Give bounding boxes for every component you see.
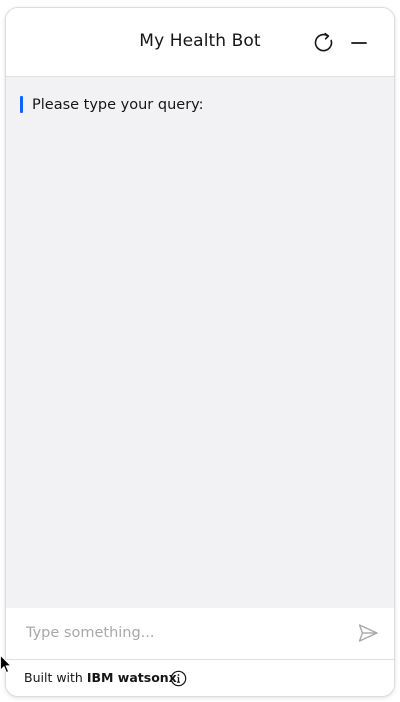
info-button[interactable]	[169, 669, 187, 687]
footer: Built with IBM watsonx	[6, 660, 394, 696]
restart-button[interactable]	[309, 28, 339, 58]
composer	[6, 608, 394, 660]
footer-text: Built with IBM watsonx	[24, 670, 177, 685]
chat-widget: My Health Bot Please type your query: Ty…	[5, 7, 395, 697]
bot-message-text: Please type your query:	[32, 96, 204, 113]
message-accent-bar	[20, 96, 23, 113]
bot-message: Please type your query:	[20, 96, 204, 113]
send-icon	[358, 624, 378, 642]
message-input[interactable]	[26, 620, 336, 646]
restart-icon	[314, 32, 333, 52]
info-icon	[170, 670, 186, 686]
send-button[interactable]	[356, 621, 380, 645]
minimize-icon	[351, 42, 367, 44]
chat-header: My Health Bot	[6, 8, 394, 77]
footer-prefix: Built with	[24, 670, 83, 685]
footer-brand: IBM watsonx	[86, 670, 177, 685]
minimize-button[interactable]	[344, 28, 374, 58]
conversation-area[interactable]: Please type your query:	[6, 77, 394, 608]
mouse-pointer-icon	[0, 655, 12, 673]
